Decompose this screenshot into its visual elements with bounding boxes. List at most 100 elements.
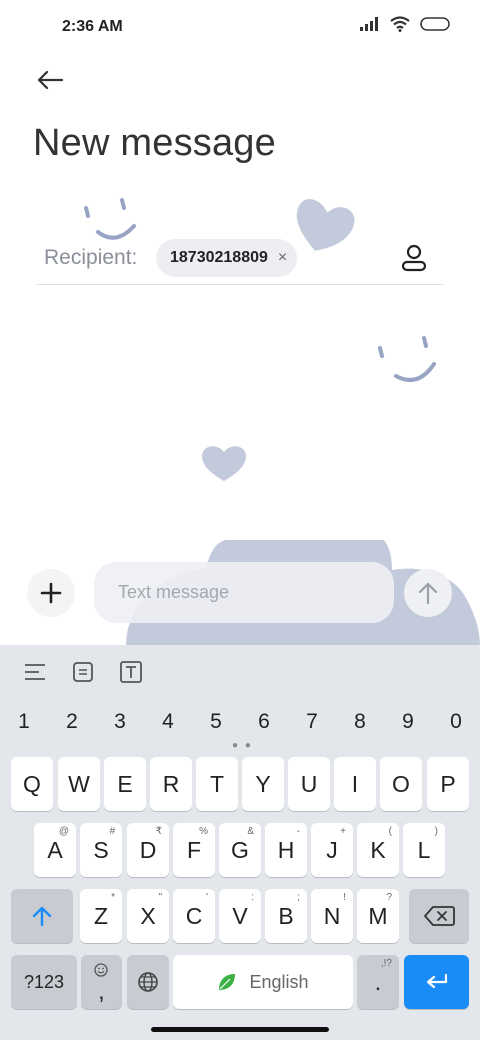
key-sup: ! bbox=[343, 892, 346, 903]
key-9[interactable]: 9 bbox=[393, 710, 423, 734]
key-m[interactable]: ? M bbox=[357, 889, 399, 943]
back-button[interactable] bbox=[34, 64, 66, 96]
shift-arrow-icon bbox=[32, 906, 52, 927]
key-label: M bbox=[368, 902, 388, 929]
chip-remove-icon[interactable]: × bbox=[278, 249, 287, 267]
send-button[interactable] bbox=[404, 569, 452, 617]
key-label: G bbox=[231, 836, 249, 863]
key-5[interactable]: 5 bbox=[201, 710, 231, 734]
key-sup: ? bbox=[386, 892, 392, 903]
heart-decoration bbox=[202, 446, 246, 481]
key-1[interactable]: 1 bbox=[9, 710, 39, 734]
key-label: R bbox=[162, 770, 180, 797]
text-format-icon[interactable] bbox=[118, 659, 144, 685]
key-b[interactable]: ; B bbox=[265, 889, 307, 943]
clipboard-icon[interactable] bbox=[70, 659, 96, 685]
key-k[interactable]: (K bbox=[357, 823, 399, 877]
page-title: New message bbox=[33, 122, 276, 164]
smiley-decoration bbox=[84, 198, 136, 240]
key-o[interactable]: O bbox=[380, 757, 422, 811]
key-c[interactable]: ' C bbox=[173, 889, 215, 943]
key-label: F bbox=[186, 836, 202, 863]
key-sup: ) bbox=[434, 826, 438, 837]
key-label: D bbox=[139, 836, 157, 863]
key-label: English bbox=[249, 971, 309, 992]
key-sup: ' bbox=[206, 892, 208, 903]
key-q[interactable]: Q bbox=[11, 757, 53, 811]
key-2[interactable]: 2 bbox=[57, 710, 87, 734]
status-bar: 2:36 AM bbox=[0, 0, 480, 56]
key-label: , bbox=[98, 977, 105, 1004]
key-i[interactable]: I bbox=[334, 757, 376, 811]
key-3[interactable]: 3 bbox=[105, 710, 135, 734]
key-label: Q bbox=[23, 770, 41, 797]
key-v[interactable]: :V bbox=[219, 889, 261, 943]
keyboard-toolbar bbox=[0, 645, 480, 697]
contacts-button[interactable] bbox=[396, 240, 432, 276]
key-w[interactable]: W bbox=[58, 757, 100, 811]
key-label: H bbox=[277, 836, 295, 863]
attach-button[interactable] bbox=[27, 569, 75, 617]
menu-lines-icon[interactable] bbox=[22, 659, 48, 685]
key-sup: % bbox=[199, 826, 208, 837]
key-h[interactable]: -H bbox=[265, 823, 307, 877]
home-indicator[interactable] bbox=[151, 1027, 329, 1032]
key-e[interactable]: E bbox=[104, 757, 146, 811]
language-key[interactable] bbox=[127, 955, 169, 1009]
key-label: K bbox=[370, 836, 386, 863]
key-label: U bbox=[300, 770, 318, 797]
key-label: T bbox=[209, 770, 225, 797]
person-icon bbox=[401, 244, 427, 272]
key-6[interactable]: 6 bbox=[249, 710, 279, 734]
key-n[interactable]: ! N bbox=[311, 889, 353, 943]
key-j[interactable]: + J bbox=[311, 823, 353, 877]
key-label: W bbox=[68, 770, 90, 797]
key-4[interactable]: 4 bbox=[153, 710, 183, 734]
key-label: V bbox=[232, 902, 248, 929]
key-label: P bbox=[440, 770, 456, 797]
key-x[interactable]: " X bbox=[127, 889, 169, 943]
key-label: N bbox=[323, 902, 341, 929]
recipient-chip[interactable]: 18730218809 × bbox=[156, 239, 298, 277]
key-f[interactable]: % F bbox=[173, 823, 215, 877]
arrow-left-icon bbox=[37, 70, 64, 90]
key-7[interactable]: 7 bbox=[297, 710, 327, 734]
key-label: Z bbox=[93, 902, 109, 929]
key-label: C bbox=[185, 902, 203, 929]
space-key[interactable]: English bbox=[173, 955, 353, 1009]
wifi-icon bbox=[390, 16, 410, 32]
emoji-comma-key[interactable]: , bbox=[81, 955, 122, 1009]
key-a[interactable]: @ A bbox=[34, 823, 76, 877]
backspace-key[interactable] bbox=[409, 889, 469, 943]
key-label: . bbox=[374, 968, 382, 995]
key-t[interactable]: T bbox=[196, 757, 238, 811]
key-r[interactable]: R bbox=[150, 757, 192, 811]
recipient-chip-number: 18730218809 bbox=[170, 249, 268, 266]
key-d[interactable]: ₹ D bbox=[127, 823, 169, 877]
message-input-field[interactable] bbox=[94, 562, 394, 623]
key-z[interactable]: * Z bbox=[80, 889, 122, 943]
key-8[interactable]: 8 bbox=[345, 710, 375, 734]
key-y[interactable]: Y bbox=[242, 757, 284, 811]
globe-icon bbox=[138, 972, 158, 992]
shift-key[interactable] bbox=[11, 889, 73, 943]
key-u[interactable]: U bbox=[288, 757, 330, 811]
key-p[interactable]: P bbox=[427, 757, 469, 811]
key-sup: : bbox=[251, 892, 254, 903]
status-time: 2:36 AM bbox=[62, 18, 123, 35]
key-s[interactable]: # S bbox=[80, 823, 122, 877]
key-sup: * bbox=[111, 892, 115, 903]
leaf-icon bbox=[219, 974, 236, 990]
message-input[interactable] bbox=[94, 562, 394, 623]
period-key[interactable]: ,!?. bbox=[357, 955, 399, 1009]
key-label: Y bbox=[255, 770, 271, 797]
key-g[interactable]: & G bbox=[219, 823, 261, 877]
key-l[interactable]: ) L bbox=[403, 823, 445, 877]
enter-key[interactable] bbox=[404, 955, 469, 1009]
battery-icon bbox=[420, 17, 450, 31]
key-0[interactable]: 0 bbox=[441, 710, 471, 734]
key-label: E bbox=[117, 770, 133, 797]
key-sup: " bbox=[158, 892, 162, 903]
key-label: X bbox=[140, 902, 156, 929]
symbols-key[interactable]: ?123 bbox=[11, 955, 77, 1009]
